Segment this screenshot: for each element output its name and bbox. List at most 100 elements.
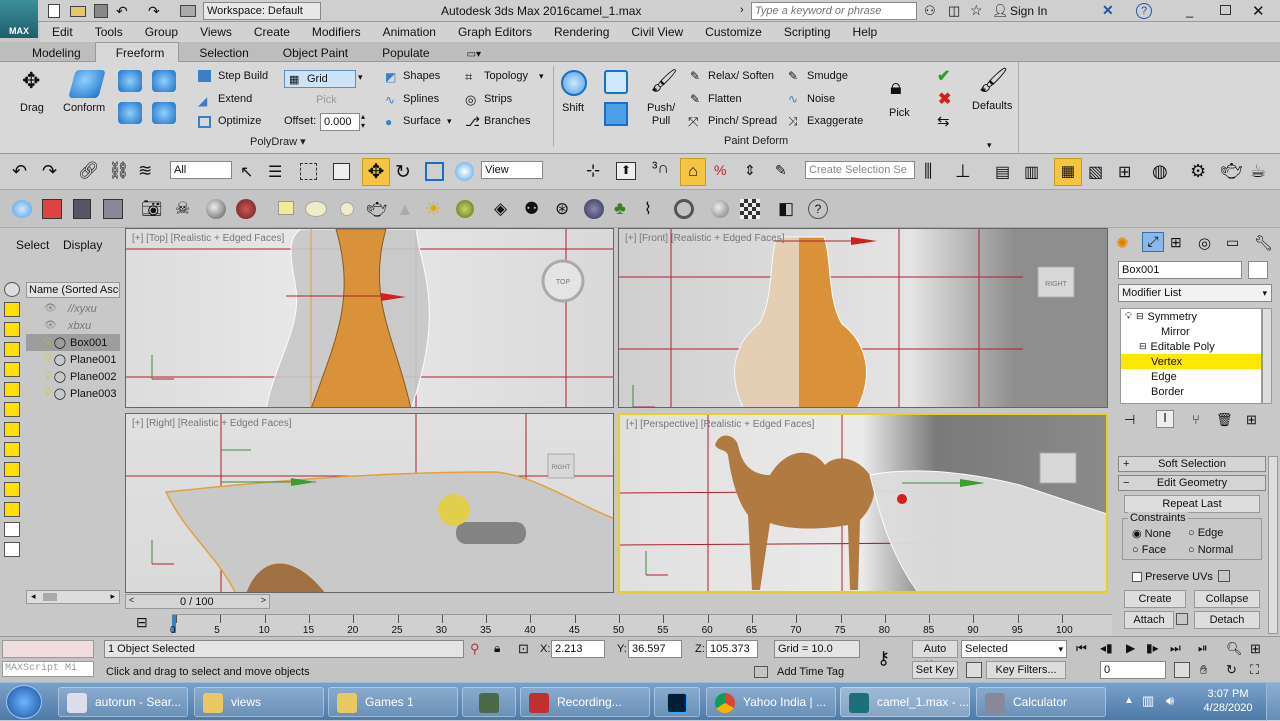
move-icon[interactable]: ✥ [362, 158, 390, 186]
lightbulb-icon[interactable]: 💡︎ [44, 387, 52, 400]
small-sphere-icon[interactable] [340, 202, 354, 216]
viewcube-front[interactable]: RIGHT [1045, 281, 1068, 288]
key-filters-button[interactable]: Key Filters... [986, 661, 1066, 679]
menu-tools[interactable]: Tools [83, 22, 133, 39]
bubble-icon[interactable]: ⚉ [524, 199, 539, 219]
offset-field[interactable]: 0.000 [320, 113, 360, 131]
render-toggle-icon[interactable]: ◯ [54, 387, 66, 400]
globe-icon[interactable] [584, 199, 604, 219]
modify-tab-icon[interactable]: ⤢ [1142, 232, 1164, 252]
minimize-icon[interactable]: _ [1186, 3, 1193, 18]
mirror-icon[interactable]: ⫼ [924, 161, 932, 182]
viewport-perspective[interactable]: [+] [Perspective] [Realistic + Edged Fac… [618, 413, 1108, 593]
cancel-icon[interactable]: ✖ [938, 89, 951, 109]
render-production-icon[interactable]: ☕︎ [1250, 161, 1266, 182]
topology-button[interactable]: Topology [484, 70, 528, 82]
stack-item[interactable]: Mirror [1121, 324, 1261, 339]
list-item[interactable]: 💡︎ ◯ Box001 [26, 334, 120, 351]
drag-icon[interactable]: ✥ [22, 68, 40, 94]
maxscript-listener[interactable]: MAXScript Mi [2, 661, 94, 677]
tab-modeling[interactable]: Modeling [0, 43, 95, 60]
select-all-icon[interactable] [4, 482, 20, 497]
grid-table-icon[interactable] [103, 199, 123, 219]
configure-sets-icon[interactable]: ⊞ [1246, 412, 1257, 428]
schematic-view-icon[interactable]: ⊞ [1118, 162, 1131, 182]
geometry-icon[interactable] [4, 302, 20, 317]
smudge-button[interactable]: Smudge [807, 70, 848, 82]
stack-item[interactable]: 💡︎ ⊟ Symmetry [1121, 309, 1261, 324]
menu-rendering[interactable]: Rendering [542, 22, 619, 39]
front-viewport-label[interactable]: [+] [Front] [Realistic + Edged Faces] [625, 233, 785, 244]
push-pull-button[interactable]: Push/ Pull [647, 102, 675, 128]
taskbar-item-recording[interactable]: Recording... [520, 687, 650, 717]
help-icon[interactable]: ? [808, 199, 828, 219]
surface-button[interactable]: Surface [403, 115, 441, 127]
attach-list-icon[interactable] [1176, 613, 1188, 625]
lumpy-icon[interactable] [305, 201, 327, 217]
pivot-center-icon[interactable]: ⊹ [586, 161, 600, 181]
lightbulb-icon[interactable]: 💡︎ [44, 353, 52, 366]
attach-button[interactable]: Attach [1124, 611, 1174, 629]
conform-brush4-icon[interactable] [152, 102, 176, 124]
track-bar[interactable]: 0 5 10 15 20 25 30 35 40 45 50 55 60 65 70 75 80 85 90 95 10… [170, 614, 1112, 636]
rectangle-selection-icon[interactable] [300, 163, 317, 180]
auto-key-button[interactable]: Auto Key [912, 640, 958, 671]
helmet-icon[interactable] [236, 199, 256, 219]
render-toggle-icon[interactable]: ◯ [54, 370, 66, 383]
utilities-tab-icon[interactable]: 🔧︎ [1254, 234, 1273, 252]
undo-icon[interactable]: ↶ [116, 3, 128, 20]
constraint-normal-radio[interactable]: ○ Normal [1188, 544, 1233, 556]
reference-coordinate-dropdown[interactable]: View [481, 161, 543, 179]
shapes-button[interactable]: Shapes [403, 70, 440, 82]
teapot-icon[interactable]: 🫖︎ [366, 200, 388, 220]
menu-group[interactable]: Group [133, 22, 188, 39]
relax-soften-button[interactable]: Relax/ Soften [708, 70, 774, 82]
list-item[interactable]: 👁︎ xbxu [26, 317, 120, 334]
optimize-button[interactable]: Optimize [218, 115, 261, 127]
add-time-tag-button[interactable]: Add Time Tag [777, 666, 844, 678]
step-build-button[interactable]: Step Build [218, 70, 268, 82]
character-icon[interactable]: ☠ [175, 199, 190, 219]
select-by-name-icon[interactable]: ☰ [268, 162, 282, 182]
app-logo[interactable]: MAX [0, 0, 38, 38]
project-folder-icon[interactable] [180, 5, 196, 17]
ribbon-toggle-icon[interactable]: ▭▾ [447, 46, 495, 60]
undo-icon[interactable]: ↶ [12, 161, 27, 182]
lightbulb-icon[interactable]: 💡︎ [44, 336, 52, 349]
z-coordinate-field[interactable]: 105.373 [706, 640, 758, 658]
angle-snap-icon[interactable]: ⌂ [680, 158, 706, 186]
wire-icon[interactable]: ⊛ [555, 199, 569, 219]
menu-views[interactable]: Views [188, 22, 242, 39]
toggle-ribbon-icon[interactable]: ▥ [1024, 162, 1039, 182]
create-tab-icon[interactable]: ✺ [1116, 234, 1129, 252]
flatten-button[interactable]: Flatten [708, 93, 742, 105]
checker-icon[interactable] [740, 199, 760, 219]
edit-named-selection-icon[interactable]: ✎ [775, 162, 787, 179]
rotate-icon[interactable]: ↻ [395, 161, 411, 184]
list-item[interactable]: 💡︎ ◯ Plane003 [26, 385, 120, 402]
start-button[interactable] [6, 685, 42, 719]
object-name-field[interactable]: Box001 [1118, 261, 1242, 279]
unlink-icon[interactable]: ⛓︎ [108, 161, 130, 181]
save-icon[interactable] [94, 4, 108, 18]
snapshot-icon[interactable]: 📷︎ [141, 199, 163, 219]
remove-modifier-icon[interactable]: 🗑︎ [1216, 412, 1233, 428]
light-icon[interactable] [4, 342, 20, 357]
selection-filter-dropdown[interactable]: All [170, 161, 232, 179]
eye-icon[interactable]: 👁︎ [44, 320, 60, 331]
collapse-button[interactable]: Collapse [1194, 590, 1260, 608]
display-tab[interactable]: Display [63, 238, 102, 252]
previous-frame-icon[interactable]: ◂▮ [1100, 641, 1113, 655]
xref-icon[interactable] [4, 442, 20, 457]
explorer-column-header[interactable]: Name (Sorted Ascer [26, 282, 120, 298]
collapse-icon[interactable]: ⊟ [1136, 311, 1144, 322]
pick-lock-icon[interactable]: 🔒︎ [890, 74, 902, 100]
right-viewport-label[interactable]: [+] [Right] [Realistic + Edged Faces] [132, 418, 292, 429]
constraint-none-radio[interactable]: ◉ None [1132, 527, 1171, 540]
scroll-thumb[interactable] [43, 593, 57, 601]
stack-item-selected[interactable]: Vertex [1121, 354, 1261, 369]
redo-icon[interactable]: ↷ [148, 3, 160, 20]
network-icon[interactable]: ▥ [1142, 693, 1154, 709]
taskbar-item-search[interactable]: autorun - Sear... [58, 687, 188, 717]
splines-button[interactable]: Splines [403, 93, 439, 105]
